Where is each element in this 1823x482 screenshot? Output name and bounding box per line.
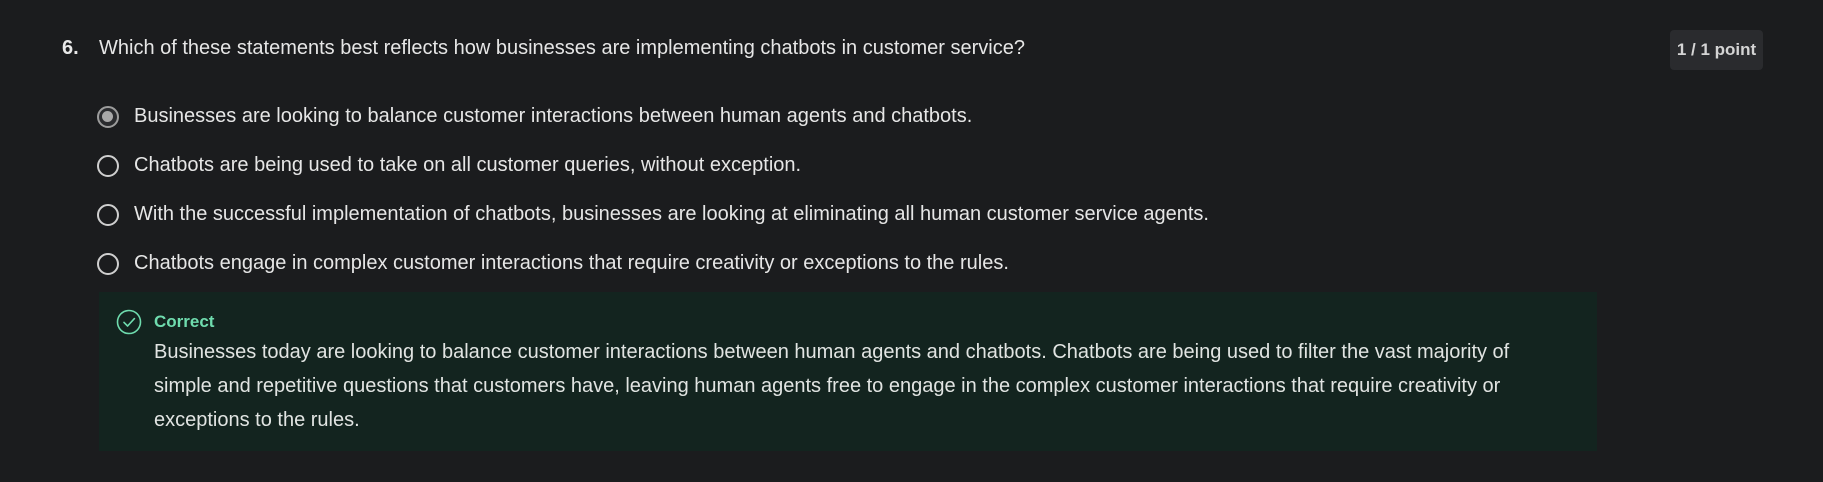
option-label: Chatbots are being used to take on all c… [134,154,802,176]
option-label: Businesses are looking to balance custom… [134,105,973,127]
answer-options: Businesses are looking to balance custom… [97,92,1209,288]
points-badge: 1 / 1 point [1670,30,1763,70]
question-row: 6. Which of these statements best reflec… [62,32,1763,64]
option-4[interactable]: Chatbots engage in complex customer inte… [97,239,1209,288]
option-1[interactable]: Businesses are looking to balance custom… [97,92,1209,141]
radio-button[interactable] [97,252,119,275]
option-3[interactable]: With the successful implementation of ch… [97,190,1209,239]
feedback-status: Correct [154,312,215,331]
option-2[interactable]: Chatbots are being used to take on all c… [97,141,1209,190]
option-label: With the successful implementation of ch… [134,203,1209,225]
radio-button[interactable] [97,154,119,177]
option-label: Chatbots engage in complex customer inte… [134,252,1009,274]
feedback-panel: Correct Businesses today are looking to … [99,292,1597,451]
check-circle-icon [116,309,142,335]
radio-button[interactable] [97,203,119,226]
question-text: Which of these statements best reflects … [99,36,1025,59]
feedback-explanation: Businesses today are looking to balance … [154,341,1510,431]
radio-button-selected[interactable] [97,105,119,128]
question-number: 6. [62,36,79,59]
